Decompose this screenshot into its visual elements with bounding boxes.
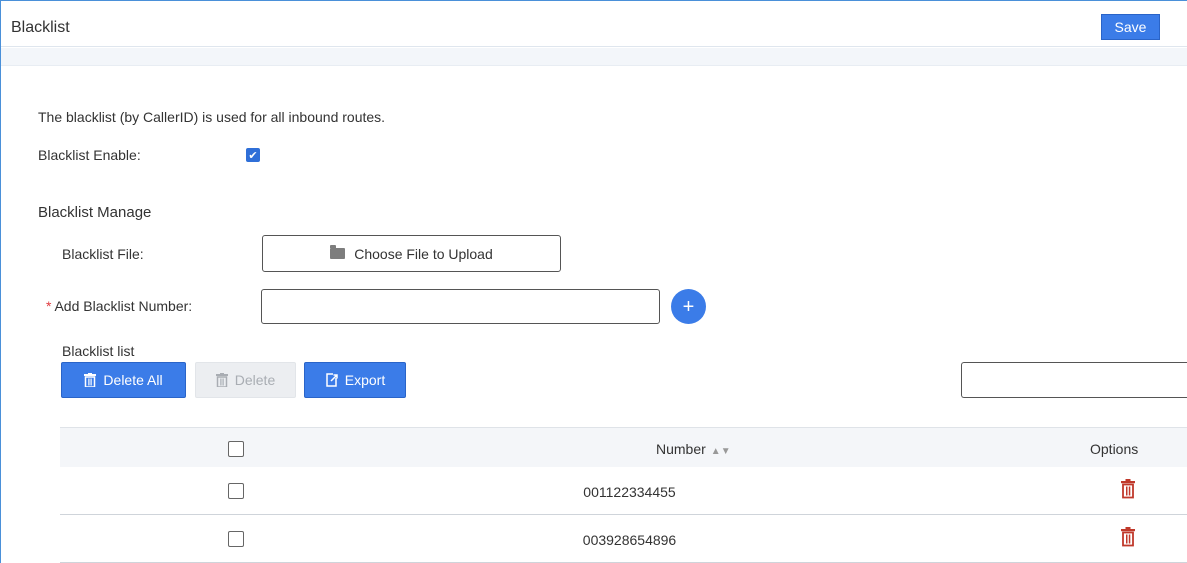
row-number: 003928654896 <box>582 532 677 548</box>
check-icon: ✔ <box>248 149 258 162</box>
delete-row-icon[interactable] <box>1120 479 1136 499</box>
blacklist-enable-checkbox[interactable]: ✔ <box>246 148 260 162</box>
export-icon <box>326 373 338 387</box>
blacklist-file-label: Blacklist File: <box>62 246 144 262</box>
search-input[interactable] <box>961 362 1187 398</box>
folder-icon <box>330 245 346 259</box>
add-blacklist-number-label: * Add Blacklist Number: <box>46 298 192 314</box>
add-number-button[interactable]: + <box>671 289 706 324</box>
options-column-header: Options <box>1090 441 1139 457</box>
delete-button[interactable]: Delete <box>195 362 296 398</box>
required-marker: * <box>46 298 52 314</box>
select-all-checkbox[interactable] <box>228 441 244 457</box>
table-row: 003928654896 <box>60 515 1187 563</box>
table-row: 001122334455 <box>60 467 1187 515</box>
blacklist-description: The blacklist (by CallerID) is used for … <box>38 109 386 125</box>
blacklist-manage-title: Blacklist Manage <box>38 204 152 221</box>
trash-icon <box>215 373 228 387</box>
choose-file-label: Choose File to Upload <box>354 245 493 262</box>
delete-all-label: Delete All <box>103 372 163 388</box>
table-header: Number ▲▼ Options <box>60 427 1187 467</box>
blacklist-list-label: Blacklist list <box>62 343 135 359</box>
trash-icon <box>84 373 97 387</box>
plus-icon: + <box>682 295 695 318</box>
sort-icon[interactable]: ▲▼ <box>711 446 731 457</box>
choose-file-button[interactable]: Choose File to Upload <box>262 235 561 272</box>
add-blacklist-number-text: Add Blacklist Number: <box>54 298 193 314</box>
title-bar: Blacklist Save <box>1 1 1187 47</box>
row-number: 001122334455 <box>583 484 676 500</box>
delete-row-icon[interactable] <box>1120 527 1136 547</box>
blacklist-enable-label: Blacklist Enable: <box>38 147 141 163</box>
save-button[interactable]: Save <box>1101 14 1160 40</box>
delete-label: Delete <box>234 372 276 388</box>
add-blacklist-number-input[interactable] <box>261 289 660 324</box>
header-band <box>1 48 1187 66</box>
delete-all-button[interactable]: Delete All <box>61 362 186 398</box>
number-column-label: Number <box>656 441 706 457</box>
export-button[interactable]: Export <box>304 362 406 398</box>
page-title: Blacklist <box>11 19 70 36</box>
export-label: Export <box>344 372 386 388</box>
blacklist-table: Number ▲▼ Options 001122334455 0039286548… <box>60 427 1187 563</box>
number-column-header[interactable]: Number ▲▼ <box>656 441 731 457</box>
